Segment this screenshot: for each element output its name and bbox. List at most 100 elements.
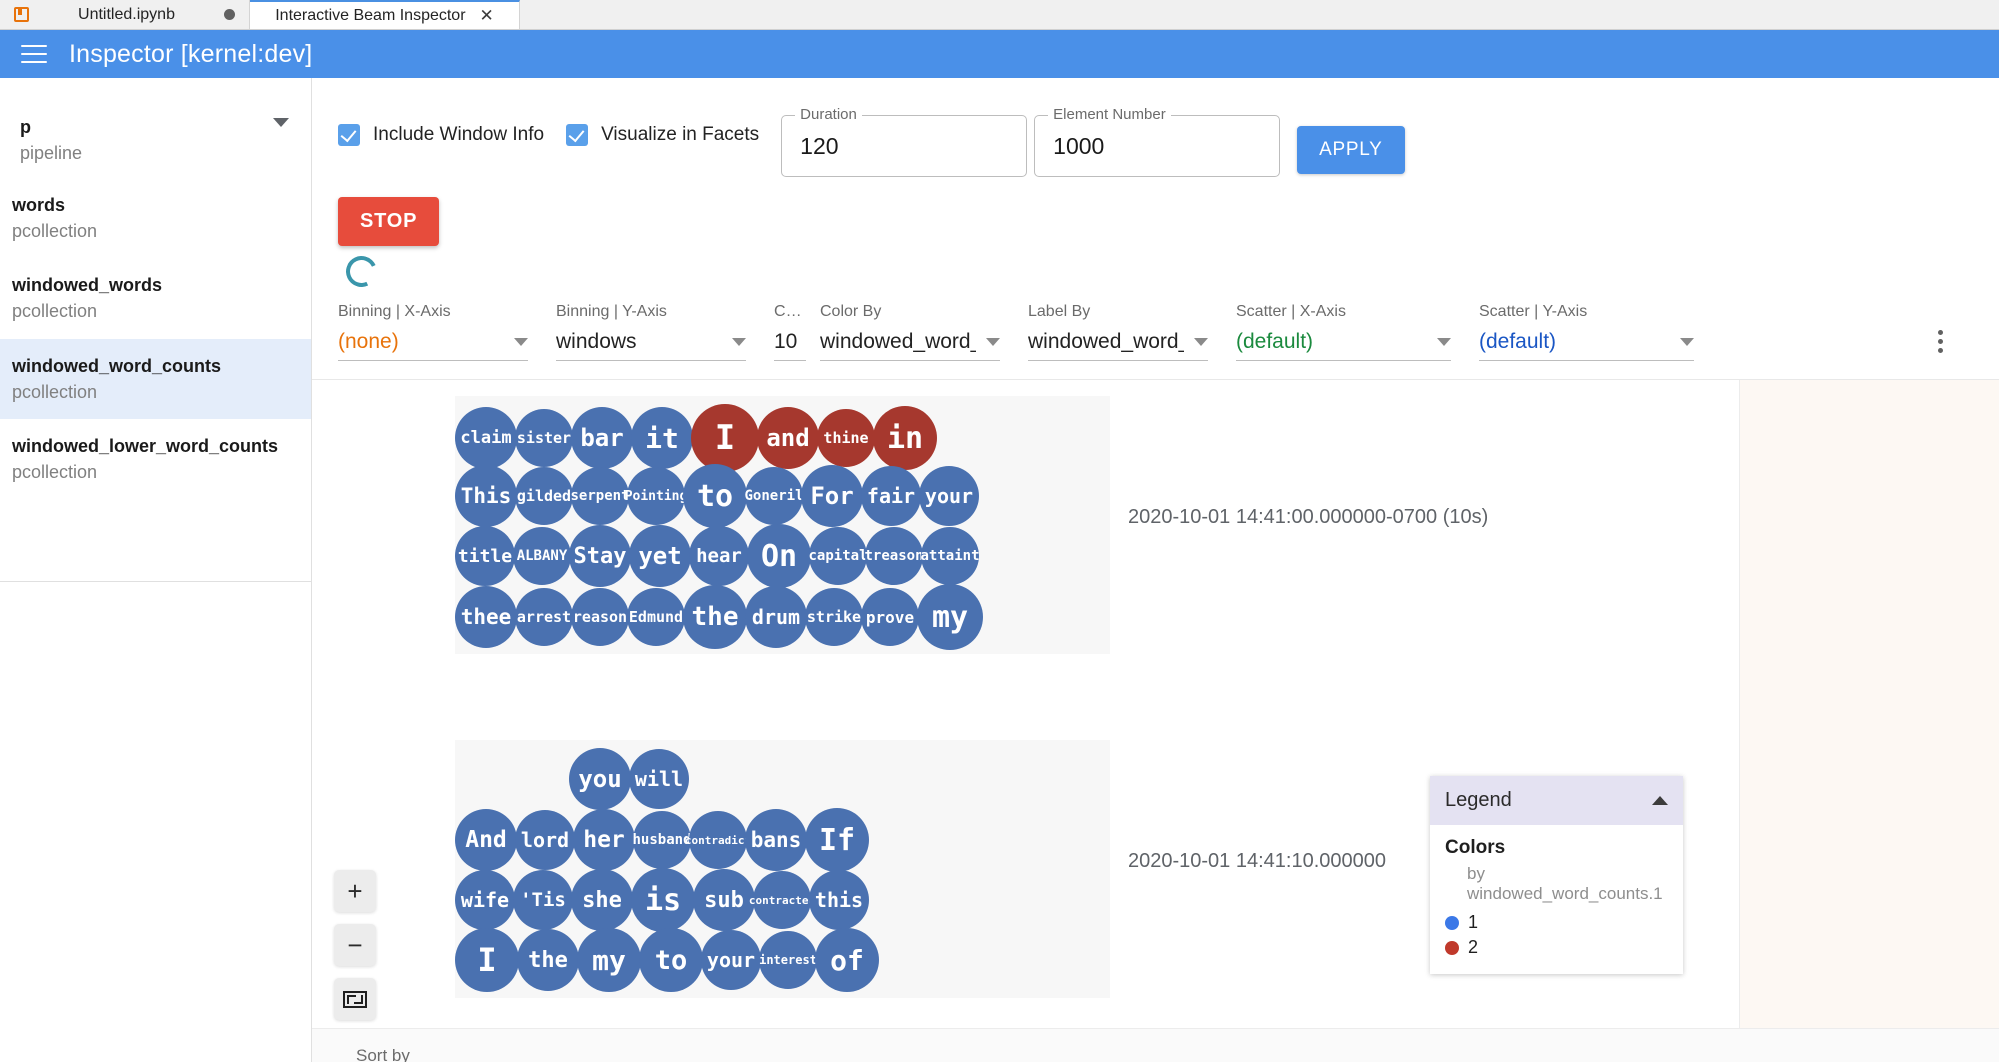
facets-word-bubble[interactable]: and — [757, 407, 819, 469]
close-icon[interactable]: ✕ — [480, 7, 494, 24]
facets-word-bubble[interactable]: capital — [809, 527, 867, 585]
kebab-menu-icon[interactable] — [1938, 330, 1943, 353]
element-number-field[interactable]: Element Number — [1034, 115, 1280, 177]
facets-word-bubble[interactable]: sister — [515, 409, 573, 467]
sidebar-item-windowed-lower-word-counts[interactable]: windowed_lower_word_counts pcollection — [0, 419, 311, 499]
chevron-down-icon[interactable] — [1437, 338, 1451, 346]
dirty-dot-icon[interactable] — [224, 9, 235, 20]
facets-word-bubble[interactable]: arrest — [515, 588, 573, 646]
apply-button[interactable]: APPLY — [1297, 126, 1404, 174]
checkbox-icon[interactable] — [566, 124, 588, 146]
facets-word-bubble[interactable]: the — [683, 585, 747, 649]
sidebar-item-windowed-word-counts[interactable]: windowed_word_counts pcollection — [0, 339, 311, 419]
fit-to-screen-icon[interactable] — [334, 978, 376, 1020]
stop-button[interactable]: STOP — [338, 197, 439, 246]
legend-panel[interactable]: Legend Colors by windowed_word_counts.1 … — [1430, 776, 1683, 974]
chevron-down-icon[interactable] — [273, 118, 289, 127]
facets-word-bubble[interactable]: bar — [571, 407, 633, 469]
facets-word-bubble[interactable]: If — [805, 808, 869, 872]
facets-word-bubble[interactable]: Stay — [569, 525, 631, 587]
facets-word-bubble[interactable]: hear — [689, 526, 749, 586]
facets-word-bubble[interactable]: your — [919, 466, 979, 526]
binning-y-axis-select[interactable]: Binning | Y-Axis windows — [556, 303, 746, 361]
facets-word-bubble[interactable]: On — [747, 524, 811, 588]
facets-word-bubble[interactable]: contradict — [689, 811, 747, 869]
facets-word-bubble[interactable]: thee — [455, 586, 517, 648]
facets-word-bubble[interactable]: wife — [455, 870, 515, 930]
facets-word-bubble[interactable]: thine — [817, 409, 875, 467]
color-by-select[interactable]: Color By windowed_word_c — [820, 303, 1000, 361]
facets-word-bubble[interactable]: serpent — [571, 467, 629, 525]
sort-bar[interactable]: Sort by — [312, 1028, 1999, 1062]
facets-word-bubble[interactable]: to — [683, 464, 747, 528]
count-select[interactable]: Cou… 10 — [774, 303, 806, 361]
facets-word-bubble[interactable]: she — [571, 869, 633, 931]
facets-word-bubble[interactable]: I — [455, 928, 519, 992]
facets-word-bubble[interactable]: will — [629, 749, 689, 809]
facets-word-bubble[interactable]: my — [577, 928, 641, 992]
scatter-y-axis-select[interactable]: Scatter | Y-Axis (default) — [1479, 303, 1694, 361]
facets-word-bubble[interactable]: you — [569, 748, 631, 810]
facets-word-bubble[interactable]: your — [701, 930, 761, 990]
zoom-out-icon[interactable]: − — [334, 924, 376, 966]
scatter-x-axis-select[interactable]: Scatter | X-Axis (default) — [1236, 303, 1451, 361]
facets-word-bubble[interactable]: drum — [745, 586, 807, 648]
facets-word-bubble[interactable]: 'Tis — [513, 870, 573, 930]
facets-word-bubble[interactable]: the — [517, 929, 579, 991]
label-by-select[interactable]: Label By windowed_word_c — [1028, 303, 1208, 361]
facets-word-bubble[interactable]: to — [639, 928, 703, 992]
facets-word-bubble[interactable]: strike — [805, 588, 863, 646]
legend-header[interactable]: Legend — [1430, 776, 1683, 825]
legend-item[interactable]: 1 — [1445, 912, 1668, 933]
facets-word-bubble[interactable]: Edmund — [627, 588, 685, 646]
facets-word-bubble[interactable]: is — [631, 868, 695, 932]
facets-word-bubble[interactable]: lord — [515, 810, 575, 870]
facets-word-bubble[interactable]: attaint — [921, 527, 979, 585]
facets-word-bubble[interactable]: title — [455, 526, 515, 586]
facets-word-bubble[interactable]: This — [455, 465, 517, 527]
facets-word-bubble[interactable]: of — [815, 928, 879, 992]
tab-interactive-beam-inspector[interactable]: Interactive Beam Inspector ✕ — [250, 0, 520, 29]
zoom-in-icon[interactable]: + — [334, 870, 376, 912]
facets-word-bubble[interactable]: fair — [861, 466, 921, 526]
facets-word-bubble[interactable]: reason — [571, 588, 629, 646]
sidebar-item-words[interactable]: words pcollection — [0, 178, 311, 258]
facets-word-bubble[interactable]: gilded — [515, 467, 573, 525]
chevron-up-icon[interactable] — [1652, 796, 1668, 805]
facets-word-bubble[interactable]: claim — [455, 407, 517, 469]
element-number-input[interactable] — [1051, 132, 1263, 161]
facets-word-bubble[interactable]: my — [917, 584, 983, 650]
chevron-down-icon[interactable] — [1680, 338, 1694, 346]
visualize-in-facets-checkbox[interactable]: Visualize in Facets — [566, 124, 759, 146]
facets-word-bubble[interactable]: Pointing — [627, 467, 685, 525]
facets-word-bubble[interactable]: contracted — [753, 871, 811, 929]
facets-word-bubble[interactable]: in — [873, 406, 937, 470]
facets-word-bubble[interactable]: her — [573, 809, 635, 871]
duration-input[interactable] — [798, 132, 1010, 161]
facets-word-bubble[interactable]: bans — [745, 809, 807, 871]
duration-field[interactable]: Duration — [781, 115, 1027, 177]
facets-word-bubble[interactable]: And — [455, 809, 517, 871]
facets-word-bubble[interactable]: Goneril — [745, 467, 803, 525]
facets-word-bubble[interactable]: husband — [633, 811, 691, 869]
sidebar-item-pipeline[interactable]: p pipeline — [0, 104, 311, 178]
facets-word-bubble[interactable]: yet — [629, 525, 691, 587]
facets-word-bubble[interactable]: For — [801, 465, 863, 527]
tab-untitled-notebook[interactable]: Untitled.ipynb — [0, 0, 250, 29]
facets-word-bubble[interactable]: this — [809, 870, 869, 930]
facets-word-bubble[interactable]: interest — [759, 931, 817, 989]
facets-word-bubble[interactable]: ALBANY — [513, 527, 571, 585]
chevron-down-icon[interactable] — [514, 338, 528, 346]
chevron-down-icon[interactable] — [986, 338, 1000, 346]
sidebar-item-windowed-words[interactable]: windowed_words pcollection — [0, 258, 311, 338]
facets-word-bubble[interactable]: prove — [861, 588, 919, 646]
chevron-down-icon[interactable] — [732, 338, 746, 346]
hamburger-icon[interactable] — [21, 45, 47, 63]
facets-word-bubble[interactable]: sub — [693, 869, 755, 931]
legend-item[interactable]: 2 — [1445, 937, 1668, 958]
binning-x-axis-select[interactable]: Binning | X-Axis (none) — [338, 303, 528, 361]
facets-word-bubble[interactable]: I — [691, 404, 759, 472]
facets-word-bubble[interactable]: treason — [865, 527, 923, 585]
checkbox-icon[interactable] — [338, 124, 360, 146]
include-window-info-checkbox[interactable]: Include Window Info — [338, 124, 544, 146]
